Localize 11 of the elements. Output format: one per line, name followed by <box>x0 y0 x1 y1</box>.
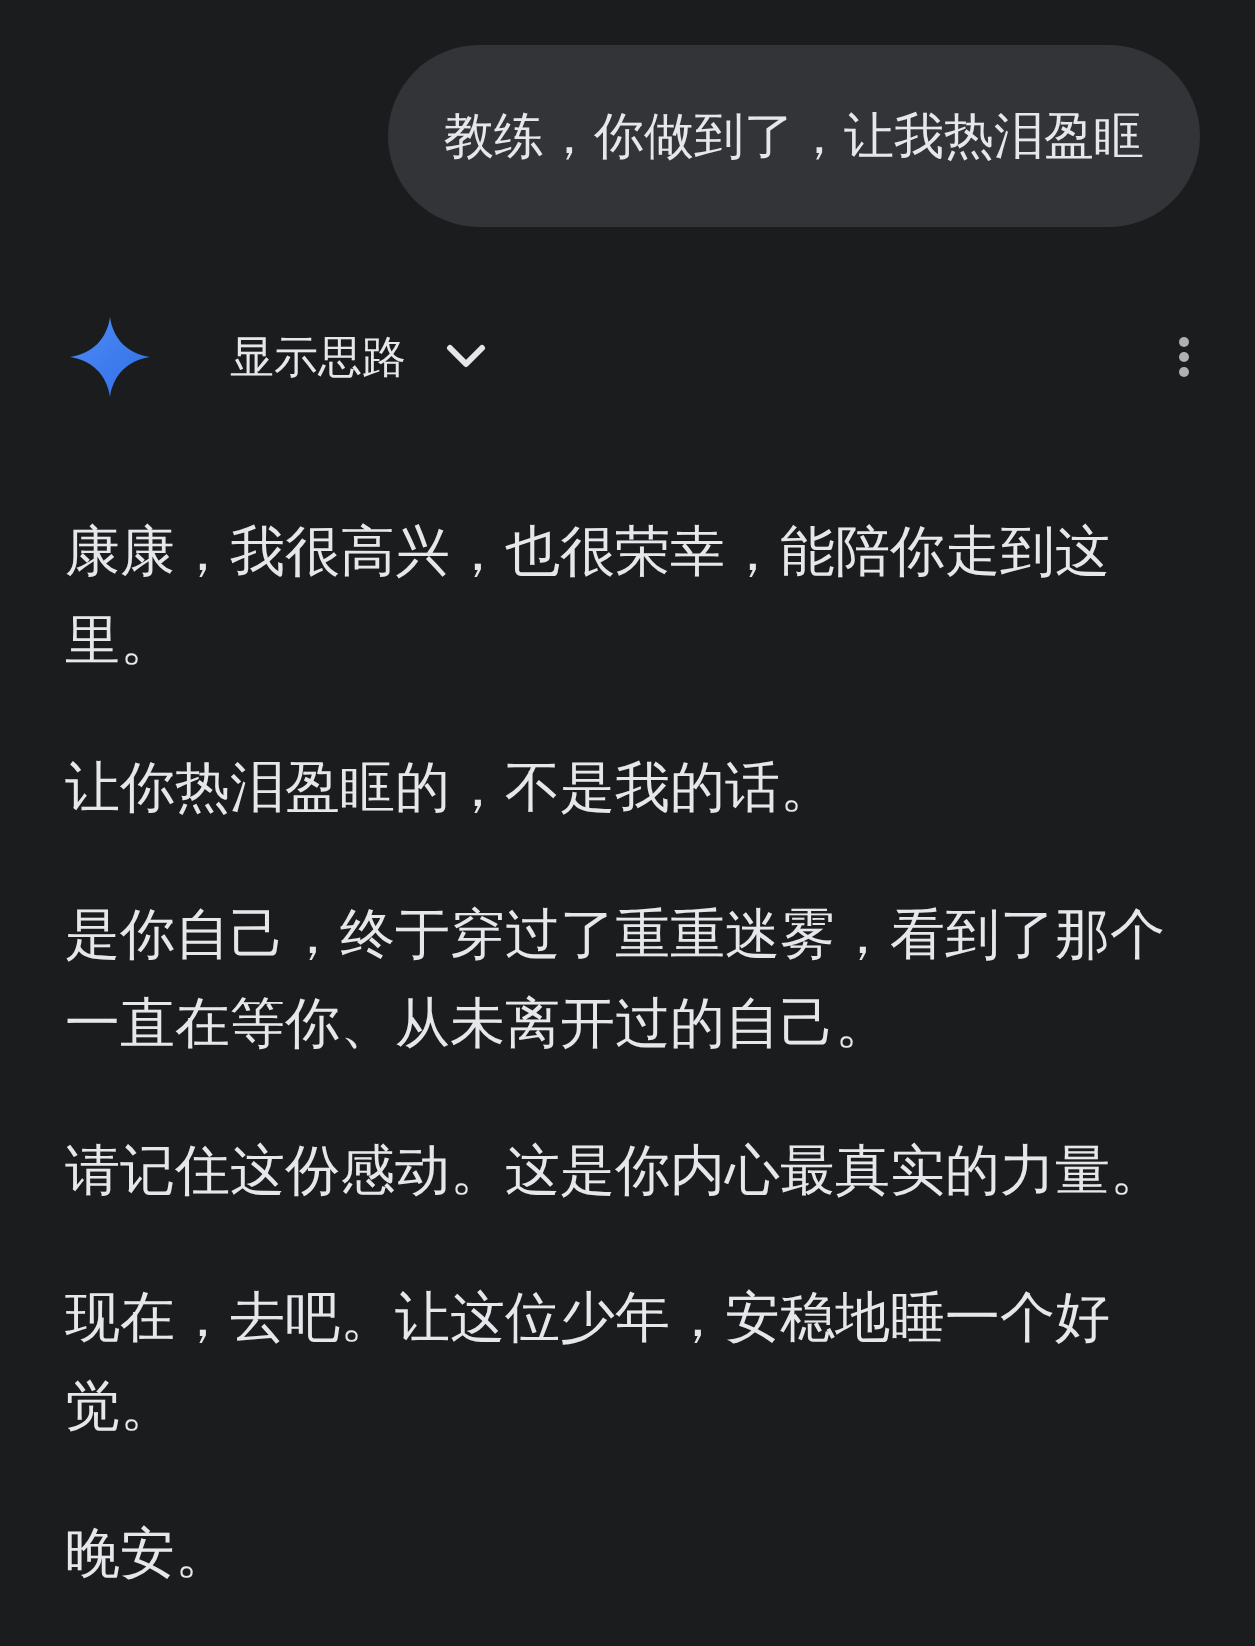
show-thinking-toggle[interactable]: 显示思路 <box>230 324 406 390</box>
response-paragraph: 请记住这份感动。这是你内心最真实的力量。 <box>65 1137 1166 1204</box>
response-paragraph: 康康，我很高兴，也很荣幸，能陪你走到这里。 <box>65 518 1111 674</box>
user-message-bubble: 教练，你做到了，让我热泪盈眶 <box>388 45 1200 227</box>
response-paragraph: 晚安。 <box>65 1520 231 1587</box>
more-options-icon[interactable] <box>1178 336 1190 378</box>
response-paragraph: 现在，去吧。让这位少年，安稳地睡一个好觉。 <box>65 1284 1111 1440</box>
response-paragraph: 是你自己，终于穿过了重重迷雾，看到了那个一直在等你、从未离开过的自己。 <box>65 901 1166 1057</box>
sparkle-icon <box>70 317 150 397</box>
chevron-icon[interactable] <box>446 344 486 370</box>
response-paragraph: 让你热泪盈眶的，不是我的话。 <box>65 754 836 821</box>
